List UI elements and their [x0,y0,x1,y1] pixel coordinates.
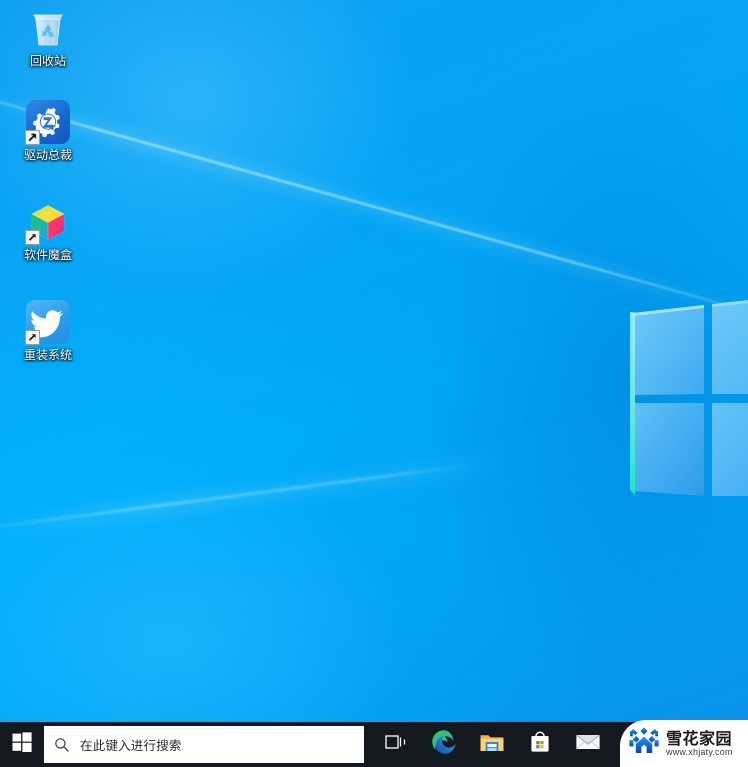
taskbar-search[interactable]: 在此键入进行搜索 [44,726,364,763]
site-watermark: 雪花家园 www.xhjaty.com [620,720,748,767]
shortcut-arrow-icon [25,230,40,245]
search-input-placeholder[interactable]: 在此键入进行搜索 [80,735,182,754]
microsoft-store-button[interactable] [516,722,564,767]
desktop-icon-grid: 回收站 驱动总裁 软件魔盒 重装系统 [0,0,748,722]
edge-button[interactable] [420,722,468,767]
desktop-icon-label: 软件魔盒 [23,248,72,262]
edge-icon [431,729,457,760]
watermark-title: 雪花家园 [666,728,733,748]
mail-button[interactable] [564,722,612,767]
bird-icon [25,300,70,345]
desktop-screen: 回收站 驱动总裁 软件魔盒 重装系统 在此键入进行搜索 雪花家园 www.xhj… [0,0,748,767]
watermark-text: 雪花家园 www.xhjaty.com [666,730,733,758]
driver-gear-icon [25,100,70,145]
envelope-icon [575,732,601,757]
desktop-icon-driver-zongcai[interactable]: 驱动总裁 [10,100,86,162]
snowflake-house-logo-icon [627,724,661,763]
desktop-icon-recycle-bin[interactable]: 回收站 [10,6,86,68]
folder-icon [479,731,505,758]
desktop-icon-label: 回收站 [29,54,66,68]
desktop-icon-label: 重装系统 [23,348,72,362]
desktop-icon-software-magic-box[interactable]: 软件魔盒 [10,200,86,262]
shortcut-arrow-icon [25,130,40,145]
store-bag-icon [528,730,552,759]
task-view-icon [385,733,407,756]
watermark-url: www.xhjaty.com [666,746,733,757]
recycle-bin-icon [26,6,70,50]
search-icon [44,737,80,753]
task-view-button[interactable] [372,722,420,767]
file-explorer-button[interactable] [468,722,516,767]
windows-logo-icon [12,732,32,757]
desktop-icon-reinstall-system[interactable]: 重装系统 [10,300,86,362]
color-cube-icon [25,200,70,245]
desktop-icon-label: 驱动总裁 [23,148,72,162]
start-button[interactable] [0,722,44,767]
shortcut-arrow-icon [25,330,40,345]
